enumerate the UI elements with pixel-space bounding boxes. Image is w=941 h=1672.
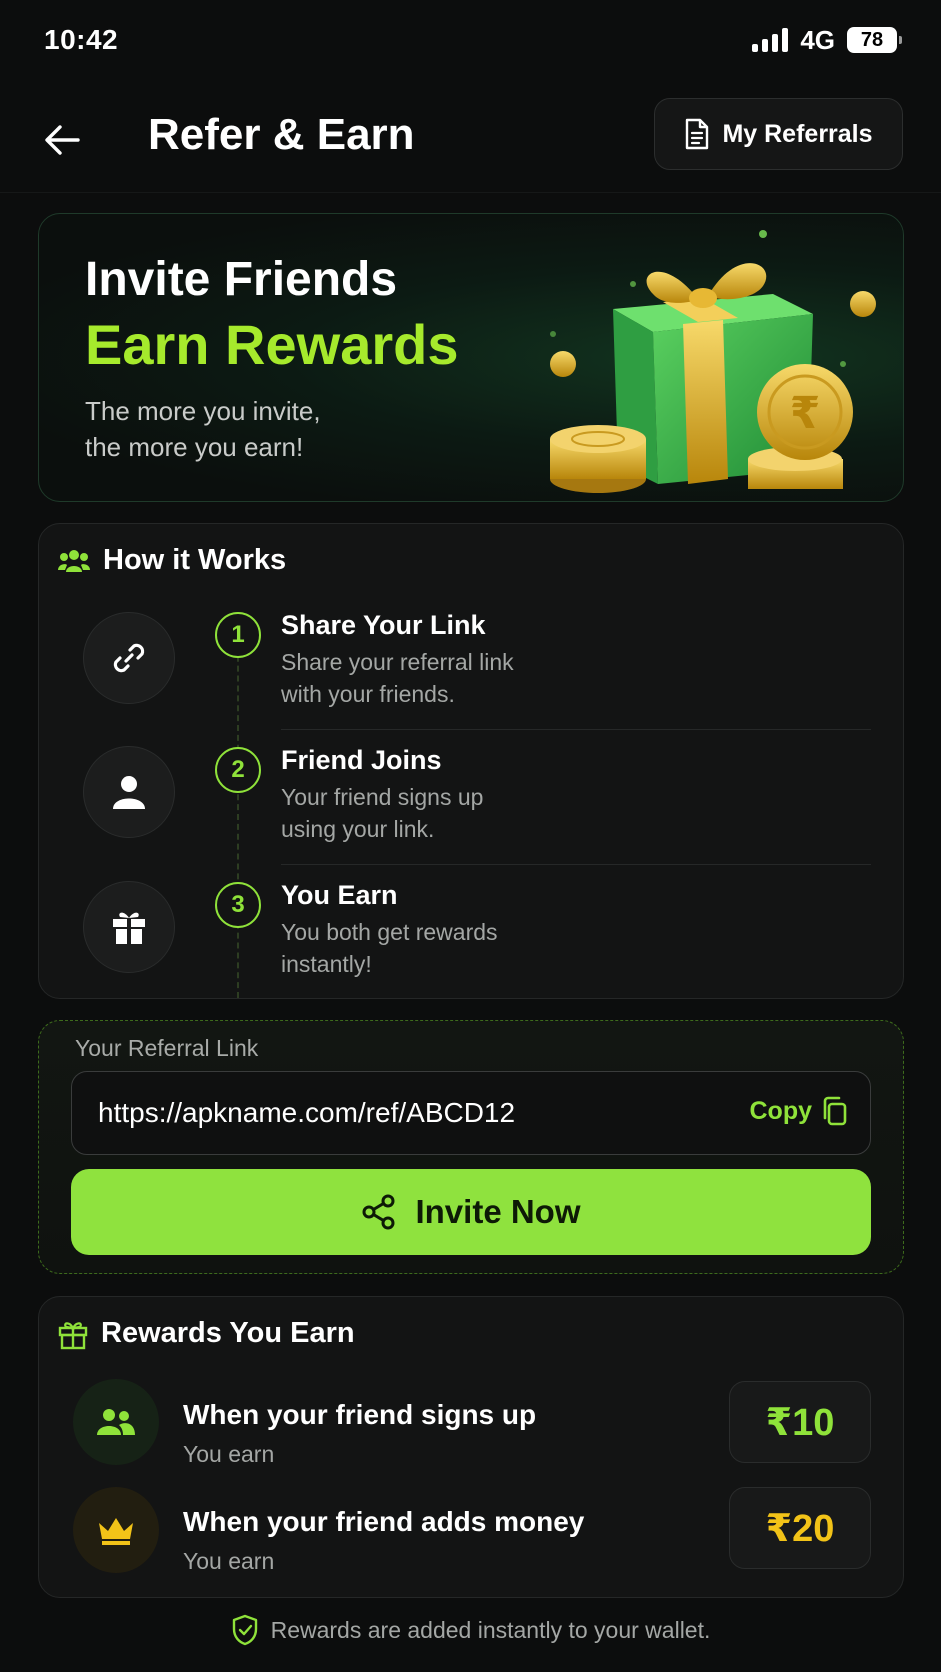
how-it-works-title: How it Works bbox=[103, 544, 287, 576]
footer-note-text: Rewards are added instantly to your wall… bbox=[270, 1616, 711, 1643]
step-1-title: Share Your Link bbox=[281, 610, 486, 640]
banner-highlight: Earn Rewards bbox=[85, 313, 459, 376]
referral-url: https://apkname.com/ref/ABCD12 bbox=[98, 1097, 516, 1128]
step-1-icon-circle bbox=[83, 612, 175, 704]
battery-level: 78 bbox=[860, 28, 884, 51]
network-type: 4G bbox=[800, 24, 835, 55]
crown-icon bbox=[99, 1518, 133, 1545]
copy-icon bbox=[823, 1096, 847, 1126]
reward-2-title: When your friend adds money bbox=[183, 1506, 585, 1537]
banner-subtitle-line2: the more you earn! bbox=[85, 432, 304, 462]
how-it-works-card: How it Works 1 Share Your Link Share you… bbox=[38, 523, 904, 999]
link-icon bbox=[113, 643, 145, 673]
step-divider bbox=[281, 729, 871, 730]
header: Refer & Earn My Referrals bbox=[0, 90, 941, 190]
banner-heading: Invite Friends bbox=[85, 253, 398, 306]
step-2-desc-line2: using your link. bbox=[281, 816, 435, 842]
reward-1-amount: ₹10 bbox=[729, 1381, 871, 1463]
gift-icon bbox=[113, 912, 145, 944]
step-3-desc-line1: You both get rewards bbox=[281, 919, 498, 945]
user-icon bbox=[113, 776, 145, 809]
rewards-card: Rewards You Earn When your friend signs … bbox=[38, 1296, 904, 1598]
reward-2-icon-circle bbox=[73, 1487, 159, 1573]
battery-icon: 78 bbox=[847, 27, 902, 53]
shield-check-icon bbox=[232, 1614, 257, 1646]
banner-subtitle-line1: The more you invite, bbox=[85, 396, 321, 426]
signal-icon bbox=[752, 28, 789, 52]
reward-1-subtitle: You earn bbox=[183, 1441, 275, 1467]
step-2-title: Friend Joins bbox=[281, 745, 442, 775]
invite-now-button[interactable]: Invite Now bbox=[71, 1169, 871, 1255]
step-1-desc-line2: with your friends. bbox=[281, 681, 455, 707]
status-bar: 10:42 4G 78 bbox=[0, 0, 941, 80]
step-3-title: You Earn bbox=[281, 880, 398, 910]
how-it-works-header: How it Works bbox=[57, 544, 286, 577]
arrow-left-icon bbox=[45, 125, 80, 155]
rewards-title: Rewards You Earn bbox=[101, 1317, 355, 1349]
gift-outline-icon bbox=[58, 1321, 88, 1349]
step-2-desc-line1: Your friend signs up bbox=[281, 784, 484, 810]
reward-2-amount: ₹20 bbox=[729, 1487, 871, 1569]
my-referrals-label: My Referrals bbox=[722, 119, 873, 148]
users-icon bbox=[58, 549, 90, 572]
referral-link-field[interactable]: https://apkname.com/ref/ABCD12 Copy bbox=[71, 1071, 871, 1155]
step-1-desc-line1: Share your referral link bbox=[281, 649, 514, 675]
copy-label: Copy bbox=[749, 1096, 813, 1125]
reward-1-icon-circle bbox=[73, 1379, 159, 1465]
step-3-number: 3 bbox=[215, 882, 261, 928]
my-referrals-button[interactable]: My Referrals bbox=[654, 98, 903, 170]
step-divider bbox=[281, 864, 871, 865]
copy-button[interactable]: Copy bbox=[750, 1096, 849, 1126]
document-icon bbox=[686, 118, 709, 150]
rewards-header: Rewards You Earn bbox=[57, 1317, 355, 1350]
step-2-number: 2 bbox=[215, 747, 261, 793]
page-title: Refer & Earn bbox=[148, 110, 415, 159]
footer-note: Rewards are added instantly to your wall… bbox=[0, 1614, 941, 1646]
step-2-icon-circle bbox=[83, 746, 175, 838]
header-divider bbox=[0, 192, 941, 193]
users-icon bbox=[97, 1409, 135, 1435]
gift-illustration: ₹ bbox=[550, 230, 876, 493]
reward-1-title: When your friend signs up bbox=[183, 1399, 537, 1430]
invite-now-label: Invite Now bbox=[415, 1193, 581, 1230]
steps-connector bbox=[237, 636, 239, 998]
reward-2-subtitle: You earn bbox=[183, 1548, 275, 1574]
status-indicators: 4G 78 bbox=[752, 24, 902, 56]
step-3-icon-circle bbox=[83, 881, 175, 973]
step-1-number: 1 bbox=[215, 612, 261, 658]
back-button[interactable] bbox=[40, 118, 84, 162]
status-time: 10:42 bbox=[44, 24, 119, 55]
share-icon bbox=[362, 1194, 395, 1230]
svg-text:₹: ₹ bbox=[790, 388, 821, 439]
step-3-desc-line2: instantly! bbox=[281, 951, 372, 977]
referral-link-card: Your Referral Link https://apkname.com/r… bbox=[38, 1020, 904, 1274]
referral-link-label: Your Referral Link bbox=[75, 1035, 259, 1061]
invite-banner: Invite Friends Earn Rewards The more you… bbox=[38, 213, 904, 502]
